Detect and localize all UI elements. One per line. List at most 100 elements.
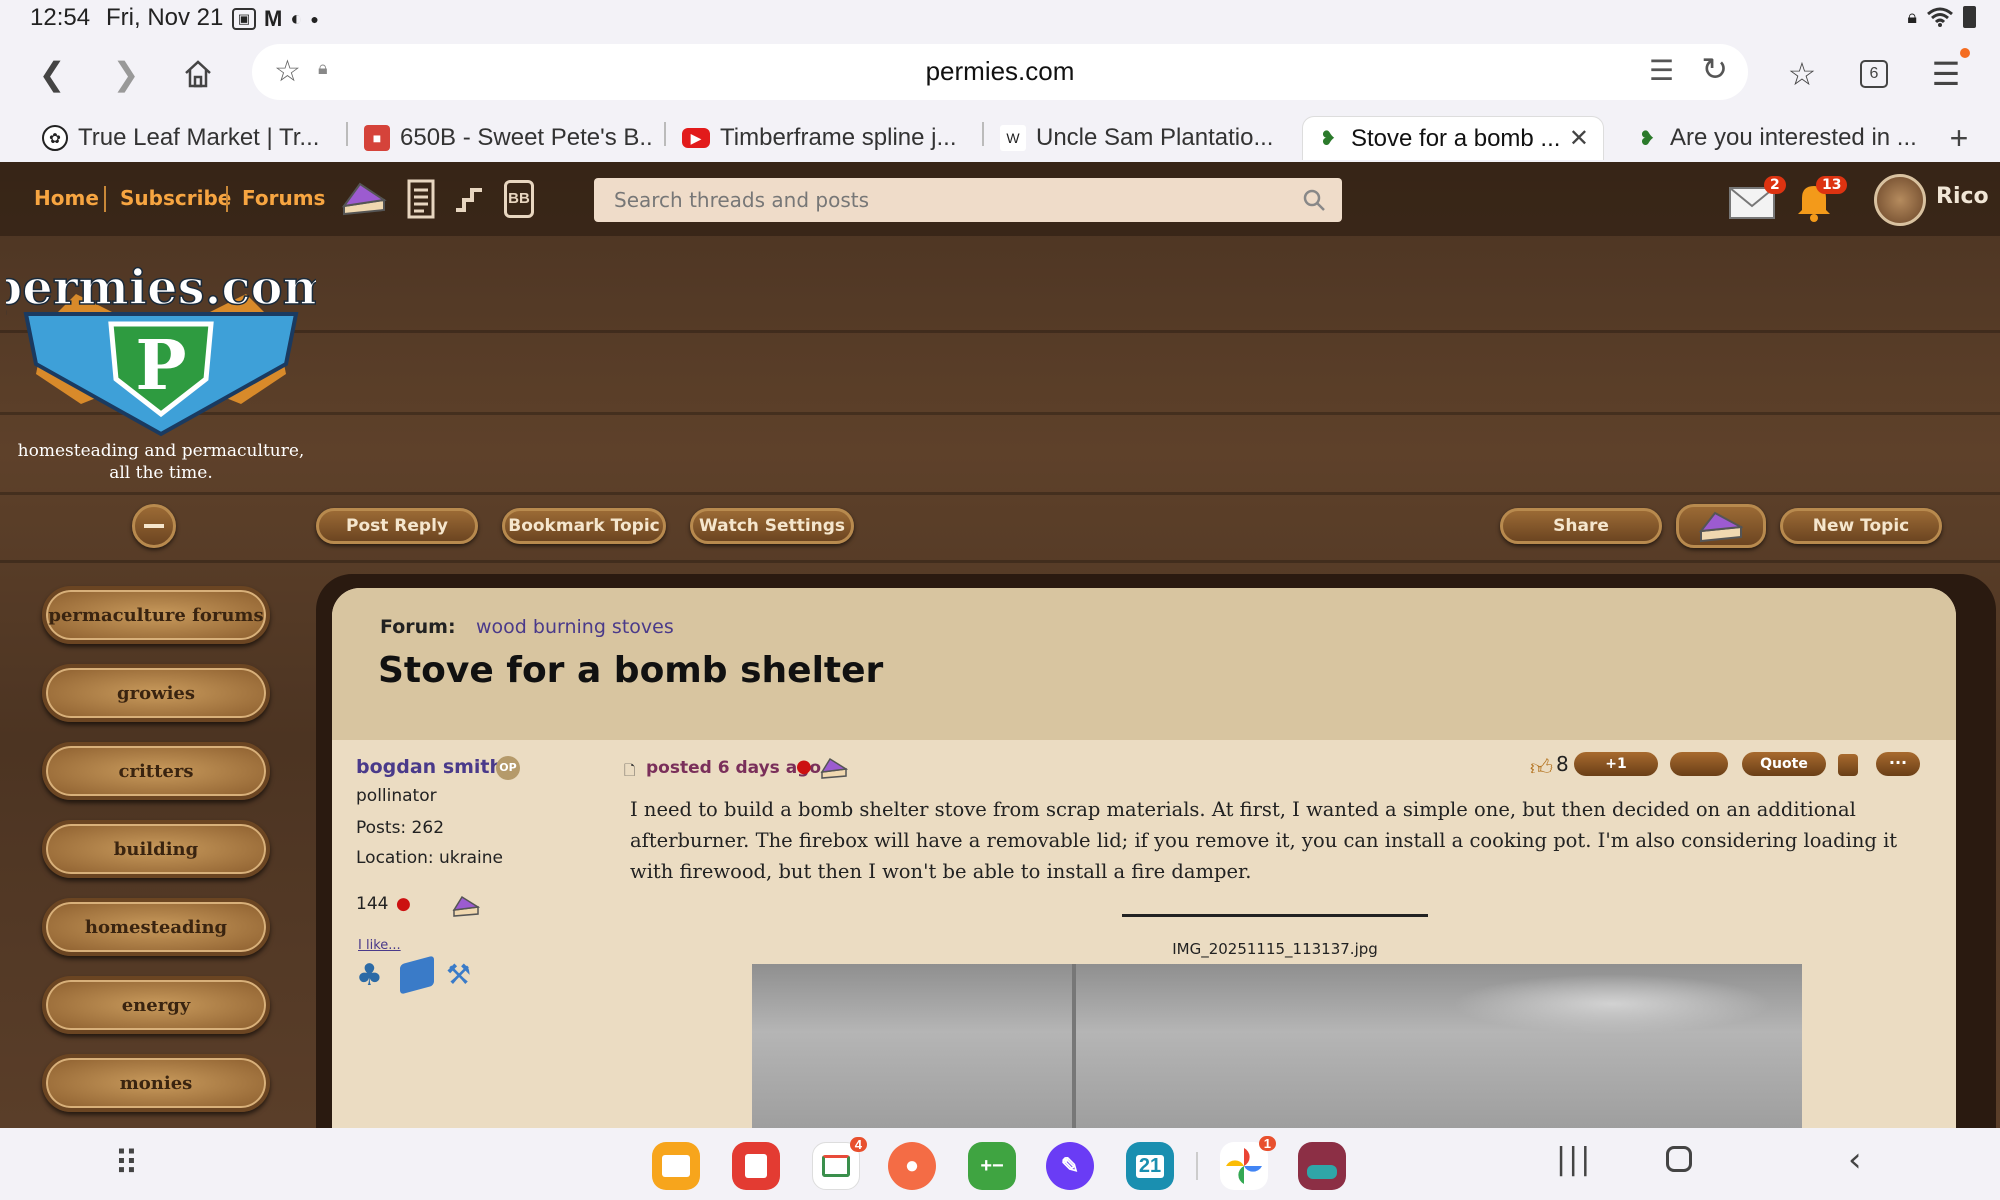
attachment-image[interactable]: [752, 964, 1802, 1128]
home-button[interactable]: [174, 50, 222, 98]
posted-date-link[interactable]: posted 6 days ago: [646, 758, 821, 778]
nav-divider: [104, 186, 106, 212]
tab-unclesam[interactable]: W Uncle Sam Plantatio...: [988, 116, 1288, 160]
menu-icon: ☰: [1931, 55, 1961, 93]
more-options-button[interactable]: ···: [1876, 752, 1920, 776]
sidebar-item-critters[interactable]: critters: [42, 742, 270, 800]
youtube-favicon: ▶: [682, 128, 710, 148]
calendar21-app[interactable]: 21: [1126, 1142, 1174, 1190]
menu-button[interactable]: ☰: [1922, 48, 1970, 98]
nav-forums[interactable]: Forums: [242, 186, 325, 210]
forward-button[interactable]: ❯: [102, 50, 150, 98]
sidebar-item-permaculture-forums[interactable]: permaculture forums: [42, 586, 270, 644]
forum-label: Forum:: [380, 616, 456, 638]
user-avatar[interactable]: [1874, 174, 1926, 226]
permies-logo[interactable]: P permies.com homesteading and permacult…: [0, 254, 334, 494]
photos-app[interactable]: 1: [1220, 1136, 1276, 1190]
address-bar[interactable]: ☆ 🔒︎ permies.com ☰ ↻: [252, 44, 1748, 100]
notifications-button[interactable]: 13: [1794, 176, 1848, 222]
book-icon: [400, 955, 434, 995]
tabs-button[interactable]: 6: [1850, 50, 1898, 98]
svg-text:P: P: [135, 326, 186, 406]
tab-stove-bomb-shelter[interactable]: ❥ Stove for a bomb ... ✕: [1302, 116, 1604, 160]
tree-icon: ♣: [356, 958, 383, 993]
contacts-app[interactable]: ●: [888, 1142, 936, 1190]
reload-icon[interactable]: ↻: [1701, 50, 1728, 88]
bookmarks-button[interactable]: ☆: [1778, 50, 1826, 98]
new-topic-button[interactable]: New Topic: [1780, 508, 1942, 544]
nav-subscribe[interactable]: Subscribe: [120, 186, 231, 210]
calculator-app[interactable]: +−: [968, 1142, 1016, 1190]
plus-icon: +: [1949, 119, 1969, 156]
messages-button[interactable]: 2: [1728, 176, 1786, 222]
sweetpete-favicon: ■: [364, 125, 390, 151]
stairs-icon[interactable]: [454, 182, 486, 214]
tab-interested[interactable]: ❥ Are you interested in ...: [1622, 116, 1922, 160]
report-button[interactable]: [1838, 754, 1858, 776]
sidebar-item-growies[interactable]: growies: [42, 664, 270, 722]
document-icon[interactable]: [406, 178, 436, 220]
sidebar-item-building[interactable]: building: [42, 820, 270, 878]
post-author-link[interactable]: bogdan smith: [356, 756, 503, 778]
bb-code-icon[interactable]: BB: [504, 180, 534, 218]
wifi-icon: [1927, 7, 1953, 27]
app-drawer-icon[interactable]: ⠿: [114, 1144, 139, 1184]
photos-badge: 1: [1258, 1136, 1276, 1151]
recents-button[interactable]: |||: [1556, 1142, 1592, 1177]
pie-icon[interactable]: [340, 178, 388, 218]
calendar-day-number: 21: [1135, 1154, 1165, 1178]
tabs-icon: 6: [1860, 60, 1888, 88]
username[interactable]: Rico: [1936, 184, 1989, 209]
attachment-filename[interactable]: IMG_20251115_113137.jpg: [1172, 940, 1378, 958]
calendar-badge: 4: [849, 1137, 867, 1152]
url-text[interactable]: permies.com: [252, 56, 1748, 87]
new-tab-button[interactable]: +: [1934, 116, 1984, 160]
notification-count-badge: 13: [1816, 176, 1848, 194]
quote-button[interactable]: Quote: [1742, 752, 1826, 776]
app-9[interactable]: [1298, 1142, 1346, 1190]
files-app[interactable]: [652, 1142, 700, 1190]
thumbs-up-icon[interactable]: 👍︎: [1530, 754, 1553, 781]
i-like-link[interactable]: I like...: [358, 938, 401, 953]
bookmark-topic-button[interactable]: Bookmark Topic: [502, 508, 666, 544]
tab-title: Uncle Sam Plantatio...: [1036, 124, 1274, 151]
site-search-input[interactable]: Search threads and posts: [594, 178, 1342, 222]
minus-icon: [144, 524, 164, 528]
tab-trueleaf[interactable]: ✿ True Leaf Market | Tr...: [30, 116, 330, 160]
notes-app[interactable]: [732, 1142, 780, 1190]
calendar-app[interactable]: 4: [812, 1137, 867, 1190]
back-nav-button[interactable]: ‹: [1848, 1140, 1862, 1180]
nav-home[interactable]: Home: [34, 186, 99, 210]
close-tab-icon[interactable]: ✕: [1569, 124, 1589, 153]
forum-link[interactable]: wood burning stoves: [476, 616, 674, 638]
tab-timberframe[interactable]: ▶ Timberframe spline j...: [670, 116, 970, 160]
give-pie-button[interactable]: [1670, 752, 1728, 776]
post-reply-button[interactable]: Post Reply: [316, 508, 478, 544]
reader-mode-icon[interactable]: ☰: [1649, 54, 1674, 87]
status-date: Fri, Nov 21: [106, 4, 224, 31]
internet-app[interactable]: ✎: [1046, 1142, 1094, 1190]
home-nav-button[interactable]: [1666, 1146, 1692, 1172]
search-placeholder: Search threads and posts: [614, 188, 869, 212]
watch-settings-button[interactable]: Watch Settings: [690, 508, 854, 544]
pie-button[interactable]: [1676, 504, 1766, 548]
permies-favicon: ❥: [1319, 128, 1337, 150]
plus-one-button[interactable]: +1: [1574, 752, 1658, 776]
sidebar-item-energy[interactable]: energy: [42, 976, 270, 1034]
logo-tagline-line2: all the time.: [109, 463, 213, 483]
collapse-sidebar-button[interactable]: [132, 504, 176, 548]
tab-sweetpete[interactable]: ■ 650B - Sweet Pete's B...: [352, 116, 652, 160]
permies-favicon: ❥: [1638, 127, 1656, 150]
author-role: pollinator: [356, 786, 437, 806]
home-icon: [185, 60, 211, 88]
tab-title: Timberframe spline j...: [720, 124, 957, 151]
sidebar-item-homesteading[interactable]: homesteading: [42, 898, 270, 956]
topic-title: Stove for a bomb shelter: [378, 650, 884, 691]
share-button[interactable]: Share: [1500, 508, 1662, 544]
back-button[interactable]: ❮: [28, 50, 76, 98]
author-location: Location: ukraine: [356, 848, 504, 868]
search-icon[interactable]: [1302, 188, 1326, 212]
sidebar-item-monies[interactable]: monies: [42, 1054, 270, 1112]
site-top-nav: Home Subscribe Forums BB Search threads …: [0, 162, 2000, 236]
attachment-divider: [1122, 914, 1428, 917]
